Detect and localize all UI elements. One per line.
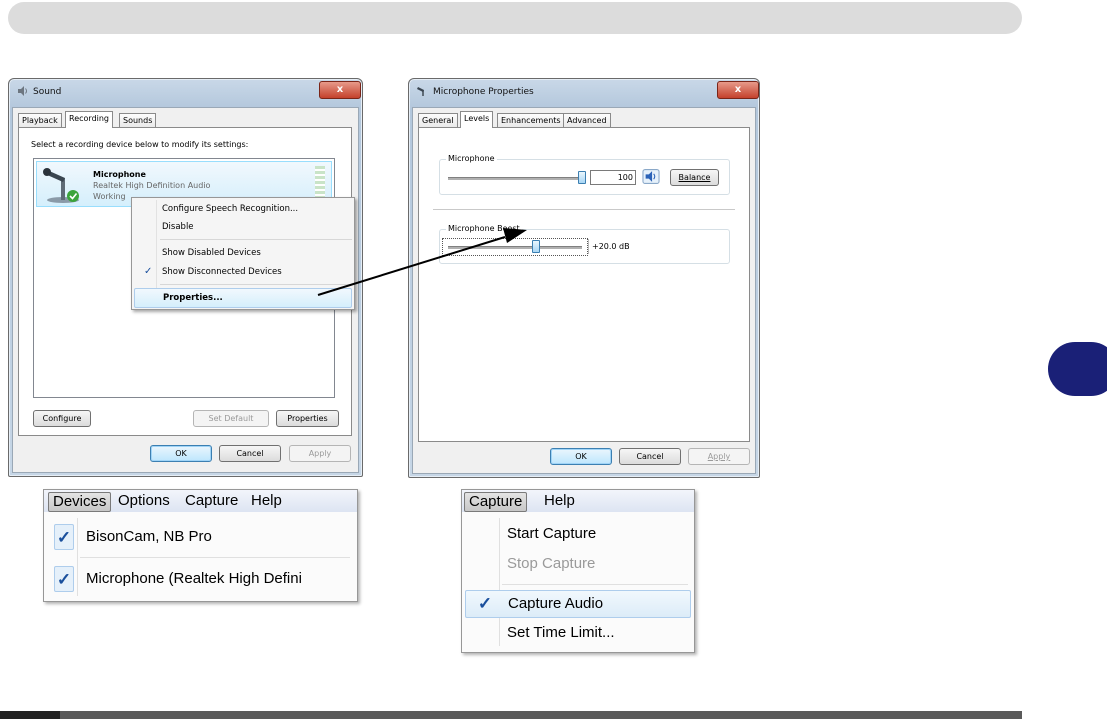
properties-client-area: General Levels Enhancements Advanced Mic… bbox=[412, 107, 756, 474]
speaker-icon bbox=[18, 86, 27, 96]
device-driver: Realtek High Definition Audio bbox=[93, 181, 211, 190]
menu-item-start-capture[interactable]: Start Capture bbox=[465, 521, 687, 547]
menu-item-configure-speech[interactable]: Configure Speech Recognition... bbox=[134, 200, 352, 218]
menu-item-disable[interactable]: Disable bbox=[134, 218, 352, 236]
device-name: Microphone bbox=[93, 170, 146, 179]
devices-menu-panel: Devices Options Capture Help ✓ BisonCam,… bbox=[43, 489, 358, 602]
capture-menu-panel: Capture Help Start Capture Stop Capture … bbox=[461, 489, 695, 653]
boost-slider-track[interactable] bbox=[448, 246, 582, 249]
boost-slider-thumb[interactable] bbox=[532, 240, 541, 253]
boost-separator bbox=[588, 239, 589, 254]
microphone-level-input[interactable]: 100 bbox=[590, 170, 636, 185]
microphone-level-group: Microphone 100 Balance bbox=[439, 154, 730, 195]
menu-item-microphone[interactable]: ✓ Microphone (Realtek High Defini bbox=[44, 566, 386, 592]
check-icon: ✓ bbox=[54, 524, 74, 550]
menu-capture[interactable]: Capture bbox=[464, 492, 528, 512]
menu-item-label: Microphone (Realtek High Defini bbox=[86, 570, 302, 587]
bottom-rule bbox=[0, 711, 1022, 719]
apply-button[interactable]: Apply bbox=[289, 445, 351, 462]
check-icon: ✓ bbox=[144, 266, 153, 277]
menu-item-capture-audio[interactable]: ✓ Capture Audio bbox=[465, 590, 691, 618]
microphone-slider-thumb[interactable] bbox=[578, 171, 586, 184]
tab-recording[interactable]: Recording bbox=[65, 111, 114, 128]
ok-button[interactable]: OK bbox=[550, 448, 612, 465]
close-button[interactable]: x bbox=[319, 81, 361, 99]
properties-button[interactable]: Properties bbox=[276, 410, 339, 427]
menu-item-label: Show Disconnected Devices bbox=[162, 267, 282, 277]
tab-advanced[interactable]: Advanced bbox=[563, 113, 611, 128]
menu-item-stop-capture[interactable]: Stop Capture bbox=[465, 551, 687, 577]
menu-devices[interactable]: Devices bbox=[48, 492, 112, 512]
menu-item-label: Capture Audio bbox=[508, 595, 604, 612]
menu-separator bbox=[502, 584, 688, 585]
instruction-text: Select a recording device below to modif… bbox=[31, 140, 249, 149]
microphone-boost-group: Microphone Boost +20.0 dB bbox=[439, 224, 730, 264]
speaker-mute-icon[interactable] bbox=[642, 169, 660, 184]
microphone-small-icon bbox=[417, 87, 424, 96]
window-title: Sound bbox=[33, 87, 62, 97]
menu-separator bbox=[160, 284, 352, 285]
boost-value: +20.0 dB bbox=[592, 242, 630, 251]
microphone-icon bbox=[43, 168, 79, 203]
menu-separator bbox=[160, 239, 352, 240]
menu-item-show-disabled[interactable]: Show Disabled Devices bbox=[134, 244, 352, 262]
menu-separator bbox=[80, 557, 350, 558]
levels-tab-page: Microphone 100 Balance Microphone Boost bbox=[418, 127, 750, 442]
tab-enhancements[interactable]: Enhancements bbox=[497, 113, 565, 128]
top-banner bbox=[8, 2, 1022, 34]
menu-item-label: BisonCam, NB Pro bbox=[86, 528, 212, 545]
chapter-side-tab bbox=[1048, 342, 1107, 396]
device-context-menu: Configure Speech Recognition... Disable … bbox=[131, 197, 355, 310]
close-button[interactable]: x bbox=[717, 81, 759, 99]
apply-button[interactable]: Apply bbox=[688, 448, 750, 465]
device-status: Working bbox=[93, 192, 126, 201]
tab-levels[interactable]: Levels bbox=[460, 111, 494, 128]
menu-item-bisoncam[interactable]: ✓ BisonCam, NB Pro bbox=[44, 524, 386, 550]
menu-capture[interactable]: Capture bbox=[181, 492, 242, 510]
menu-help[interactable]: Help bbox=[540, 492, 579, 510]
cancel-button[interactable]: Cancel bbox=[619, 448, 681, 465]
check-icon: ✓ bbox=[54, 566, 74, 592]
microphone-properties-dialog: Microphone Properties x General Levels E… bbox=[408, 78, 760, 478]
menubar: Devices Options Capture Help bbox=[44, 490, 357, 512]
menu-options[interactable]: Options bbox=[114, 492, 174, 510]
configure-button[interactable]: Configure bbox=[33, 410, 91, 427]
balance-button[interactable]: Balance bbox=[670, 169, 719, 186]
tab-playback[interactable]: Playback bbox=[18, 113, 62, 128]
ok-button[interactable]: OK bbox=[150, 445, 212, 462]
tab-sounds[interactable]: Sounds bbox=[119, 113, 157, 128]
menu-help[interactable]: Help bbox=[247, 492, 286, 510]
tab-general[interactable]: General bbox=[418, 113, 458, 128]
menu-item-show-disconnected[interactable]: ✓ Show Disconnected Devices bbox=[134, 263, 352, 281]
boost-group-label: Microphone Boost bbox=[446, 224, 522, 233]
group-divider bbox=[433, 209, 735, 210]
microphone-group-label: Microphone bbox=[446, 154, 497, 163]
cancel-button[interactable]: Cancel bbox=[219, 445, 281, 462]
menu-item-properties[interactable]: Properties... bbox=[134, 288, 352, 308]
microphone-slider-track[interactable] bbox=[448, 177, 584, 180]
window-title: Microphone Properties bbox=[433, 87, 534, 97]
menu-item-set-time-limit[interactable]: Set Time Limit... bbox=[465, 620, 687, 646]
bottom-rule-accent bbox=[0, 711, 60, 719]
check-icon: ✓ bbox=[477, 594, 493, 613]
menubar: Capture Help bbox=[462, 490, 694, 512]
set-default-button[interactable]: Set Default bbox=[193, 410, 269, 427]
